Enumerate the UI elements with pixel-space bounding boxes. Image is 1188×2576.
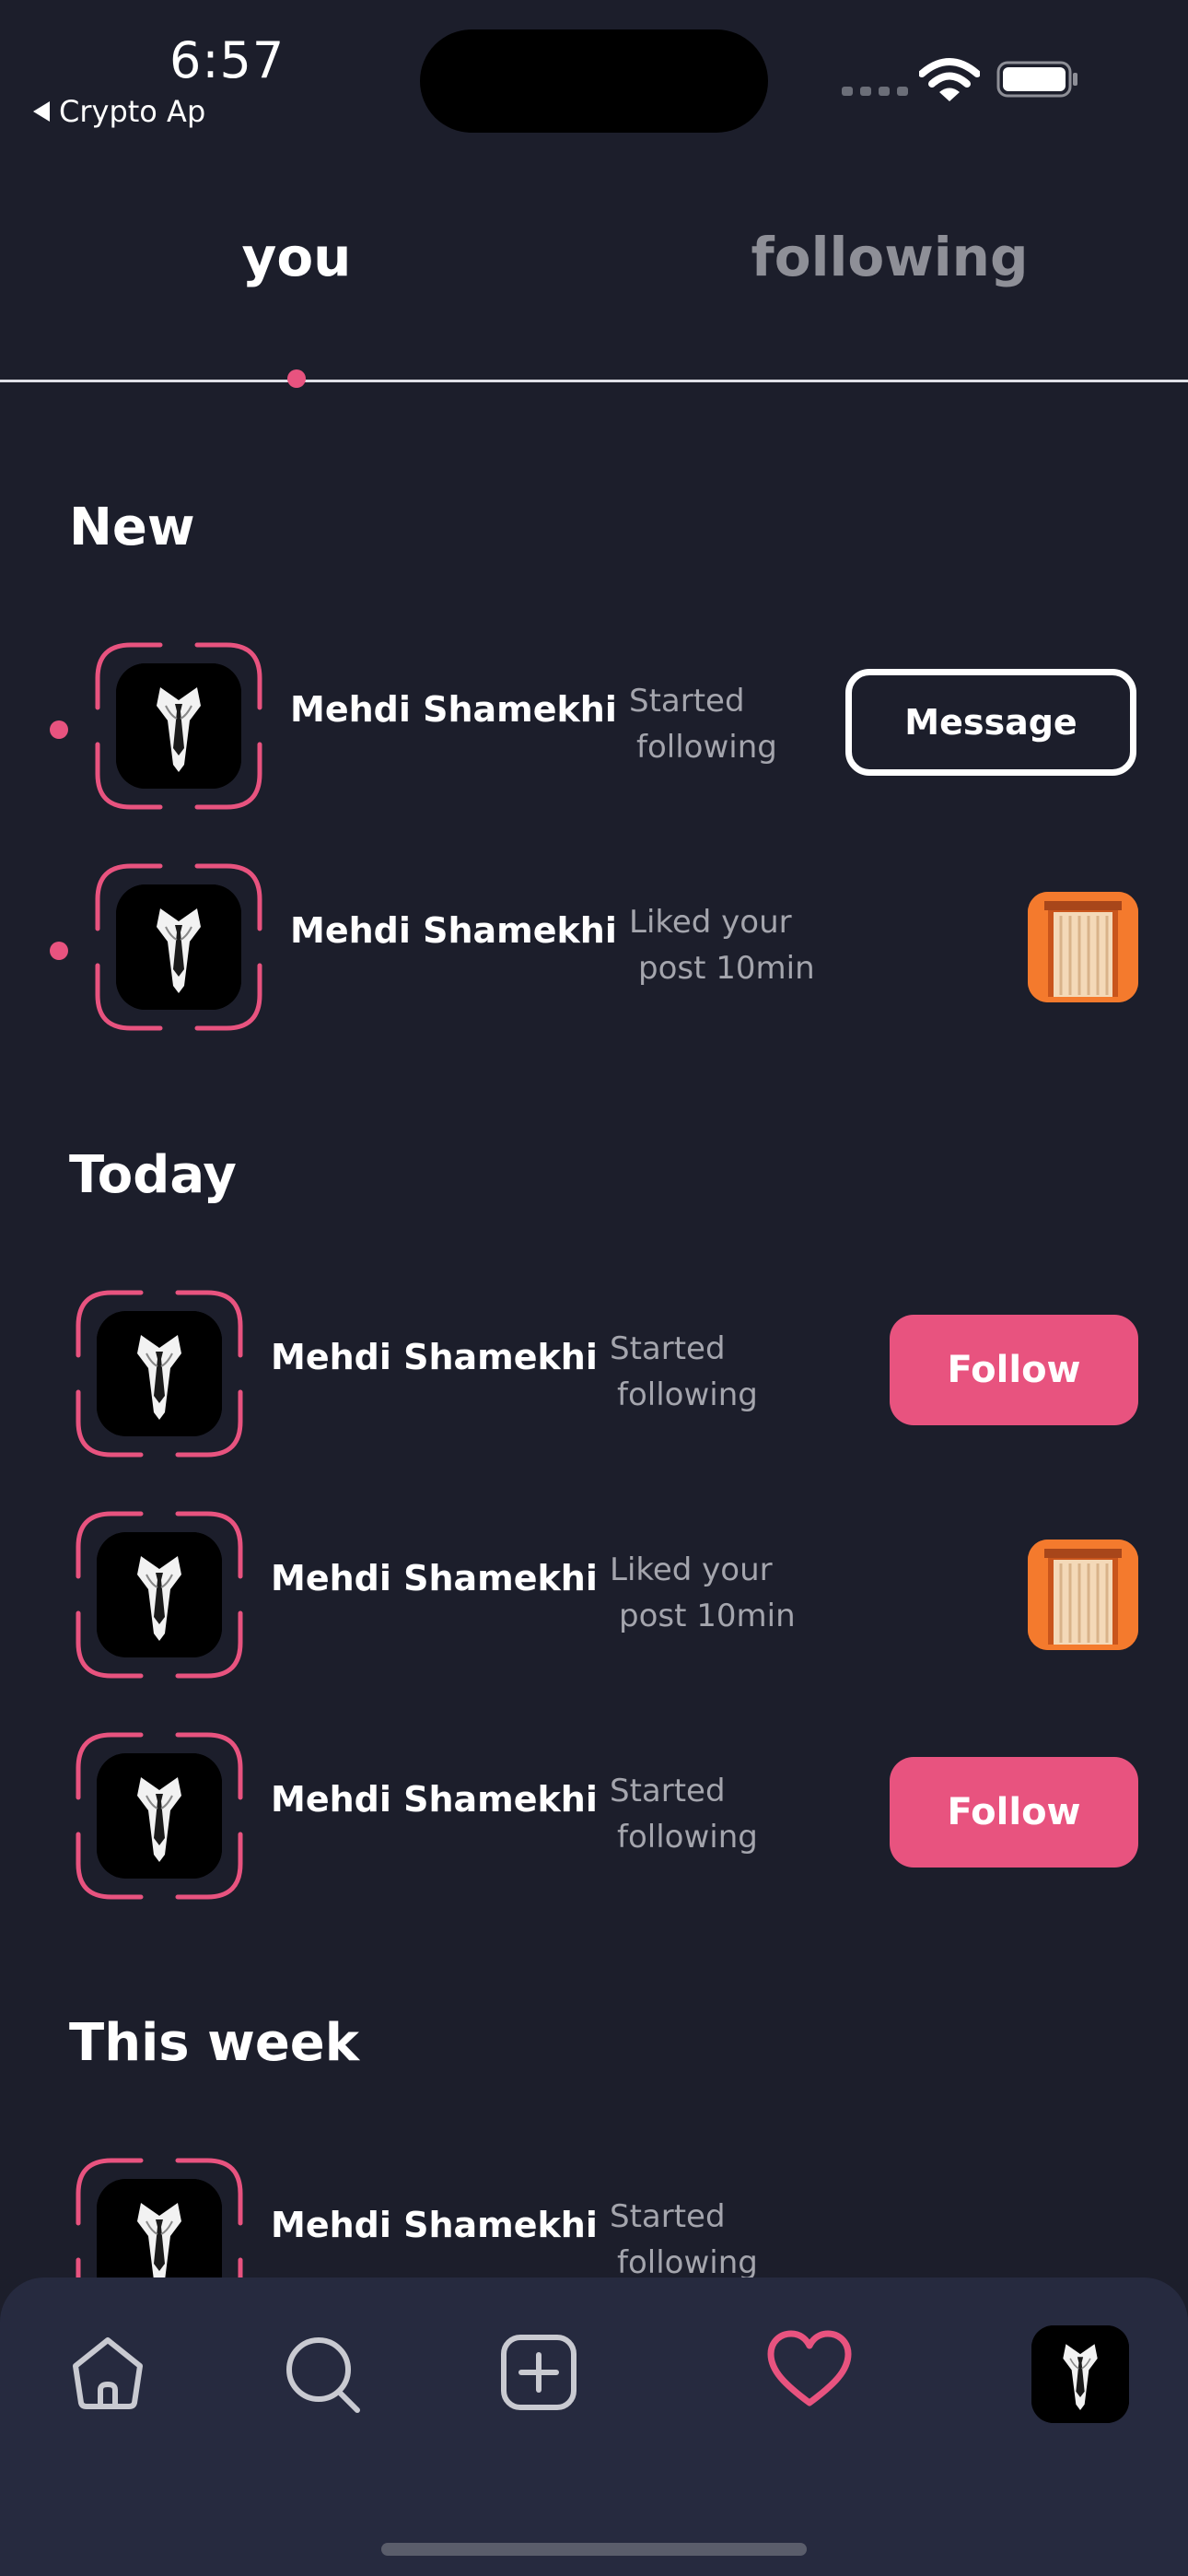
user-name[interactable]: Mehdi Shamekhi — [290, 910, 617, 951]
bottom-nav — [0, 2277, 1188, 2576]
avatar-image — [97, 1311, 222, 1436]
user-name[interactable]: Mehdi Shamekhi — [271, 1779, 598, 1820]
avatar[interactable] — [75, 1510, 244, 1680]
section-title-this-week: This week — [69, 2013, 360, 2073]
cellular-signal-icon — [842, 87, 908, 96]
user-name[interactable]: Mehdi Shamekhi — [271, 1337, 598, 1377]
tab-divider — [0, 380, 1188, 382]
status-time: 6:57 — [169, 31, 285, 89]
message-button[interactable]: Message — [845, 669, 1136, 776]
list-item[interactable]: Mehdi Shamekhi Started following Follow — [0, 1731, 1188, 1906]
section-title-new: New — [69, 498, 195, 557]
avatar-image — [97, 1753, 222, 1879]
avatar-image — [116, 663, 241, 789]
avatar[interactable] — [75, 1731, 244, 1901]
unread-dot — [50, 942, 68, 960]
list-item[interactable]: Mehdi Shamekhi Started following Message — [0, 641, 1188, 816]
list-item[interactable]: Mehdi Shamekhi Liked your post 10min — [0, 862, 1188, 1037]
user-name[interactable]: Mehdi Shamekhi — [271, 2205, 598, 2245]
post-thumbnail[interactable] — [1028, 892, 1138, 1002]
list-item[interactable]: Mehdi Shamekhi Started following Follow — [0, 1289, 1188, 1464]
tab-following[interactable]: following — [751, 226, 1029, 288]
post-thumbnail[interactable] — [1028, 1540, 1138, 1650]
follow-button[interactable]: Follow — [890, 1315, 1138, 1425]
avatar-image — [97, 1532, 222, 1657]
user-name[interactable]: Mehdi Shamekhi — [271, 1558, 598, 1598]
wifi-icon — [919, 58, 980, 101]
search-icon[interactable] — [282, 2333, 367, 2418]
activity-text: Liked your post 10min — [629, 904, 815, 987]
profile-avatar[interactable] — [1031, 2325, 1129, 2423]
activity-text: Started following — [610, 2198, 758, 2281]
back-to-app[interactable]: Crypto Ap — [33, 94, 205, 129]
dynamic-island — [420, 29, 768, 133]
home-indicator — [381, 2543, 807, 2556]
unread-dot — [50, 720, 68, 739]
activity-text: Started following — [610, 1330, 758, 1413]
avatar[interactable] — [75, 1289, 244, 1458]
back-arrow-icon — [33, 101, 50, 122]
avatar[interactable] — [94, 862, 263, 1032]
activity-text: Started following — [629, 683, 777, 766]
activity-text: Liked your post 10min — [610, 1551, 796, 1634]
activity-text: Started following — [610, 1773, 758, 1856]
user-name[interactable]: Mehdi Shamekhi — [290, 689, 617, 730]
avatar-image — [116, 884, 241, 1010]
home-icon[interactable] — [68, 2333, 147, 2412]
active-tab-indicator — [287, 369, 306, 388]
heart-icon[interactable] — [766, 2329, 853, 2408]
battery-icon — [996, 61, 1077, 98]
tab-you[interactable]: you — [242, 226, 352, 288]
back-app-label: Crypto Ap — [59, 94, 206, 129]
add-post-icon[interactable] — [499, 2333, 578, 2412]
list-item[interactable]: Mehdi Shamekhi Liked your post 10min — [0, 1510, 1188, 1685]
follow-button[interactable]: Follow — [890, 1757, 1138, 1868]
avatar[interactable] — [94, 641, 263, 811]
section-title-today: Today — [69, 1145, 237, 1205]
